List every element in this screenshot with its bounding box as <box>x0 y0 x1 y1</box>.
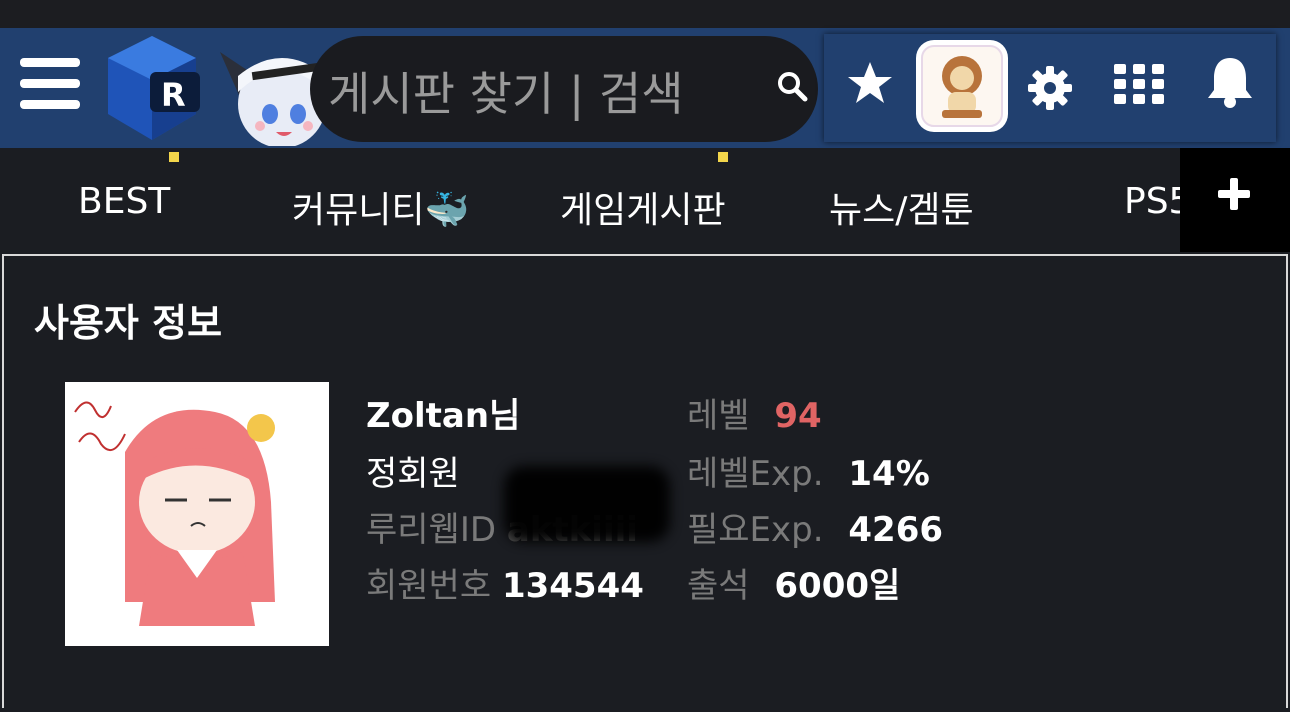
member-no-label: 회원번호 <box>366 566 492 606</box>
user-info-panel: 사용자 정보 Zoltan님 정회원 루리웹ID aktkiiii 회원번호 1… <box>2 254 1288 710</box>
user-avatar[interactable] <box>916 40 1008 132</box>
tab-game-board-indicator <box>718 152 728 162</box>
need-exp-row: 필요Exp. 4266 <box>687 502 943 551</box>
tab-best[interactable]: BEST <box>78 181 170 222</box>
search-input[interactable]: 게시판 찾기 | 검색 <box>328 58 684 124</box>
status-strip <box>0 0 1290 28</box>
tab-best-indicator <box>169 152 179 162</box>
need-exp-label: 필요Exp. <box>687 510 824 550</box>
redaction-blur <box>504 466 670 542</box>
bottom-strip <box>0 708 1290 712</box>
level-exp-row: 레벨Exp. 14% <box>687 446 930 495</box>
member-no-row: 회원번호 134544 <box>366 558 644 607</box>
star-icon[interactable] <box>846 60 894 106</box>
gear-icon[interactable] <box>1028 66 1072 110</box>
apps-grid-icon[interactable] <box>1114 64 1164 104</box>
board-tabs: BEST 커뮤니티🐳 게임게시판 뉴스/겜툰 PS5 <box>0 148 1290 252</box>
ruliweb-logo[interactable]: R <box>104 36 200 140</box>
panel-title: 사용자 정보 <box>34 301 223 345</box>
need-exp-value: 4266 <box>848 510 944 550</box>
level-label: 레벨 <box>687 396 750 436</box>
profile-image[interactable] <box>65 382 329 646</box>
plus-icon[interactable] <box>1218 178 1250 210</box>
level-value: 94 <box>774 396 822 436</box>
header-actions <box>824 34 1276 142</box>
menu-icon[interactable] <box>20 58 80 110</box>
svg-text:R: R <box>161 76 186 114</box>
search-bar[interactable]: 게시판 찾기 | 검색 <box>310 36 818 142</box>
tab-news-webtoon[interactable]: 뉴스/겜툰 <box>829 181 974 233</box>
tab-community[interactable]: 커뮤니티🐳 <box>292 181 469 233</box>
attendance-row: 출석 6000일 <box>687 558 900 607</box>
user-grade: 정회원 <box>366 454 460 494</box>
tab-game-board[interactable]: 게임게시판 <box>560 181 726 233</box>
attendance-value: 6000일 <box>774 566 901 606</box>
search-icon[interactable] <box>776 70 808 102</box>
level-row: 레벨 94 <box>687 388 822 437</box>
bell-icon[interactable] <box>1206 56 1254 108</box>
level-exp-label: 레벨Exp. <box>687 454 824 494</box>
level-exp-value: 14% <box>848 454 930 494</box>
member-no-value: 134544 <box>501 566 644 606</box>
add-tab-button[interactable] <box>1180 148 1290 252</box>
user-id-label: 루리웹ID <box>366 510 497 550</box>
attendance-label: 출석 <box>687 566 750 606</box>
user-name: Zoltan님 <box>366 396 521 436</box>
